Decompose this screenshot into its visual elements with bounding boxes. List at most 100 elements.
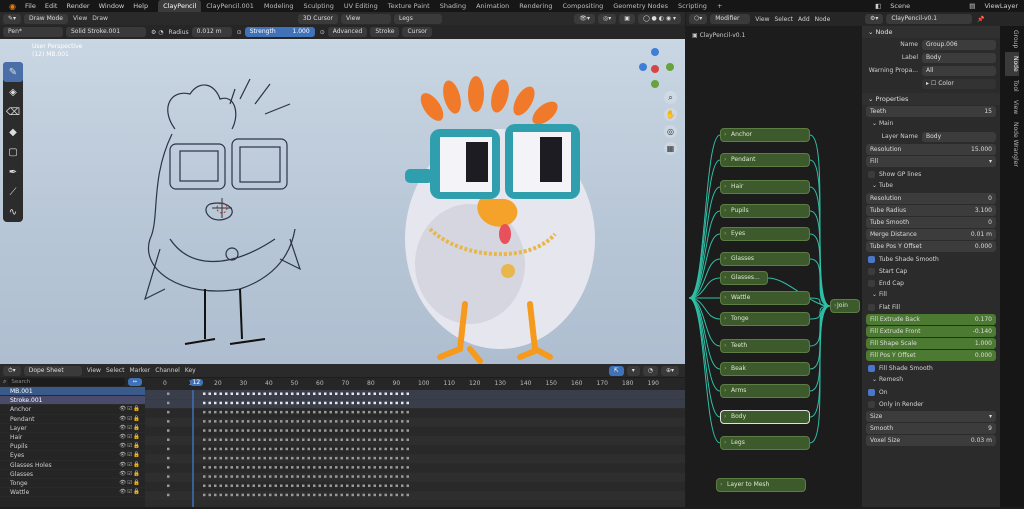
tab-uv-editing[interactable]: UV Editing <box>339 0 383 12</box>
pan-hand-icon[interactable]: ✋ <box>664 108 677 121</box>
group-node-legs[interactable]: Legs <box>720 436 810 450</box>
group-node-tonge[interactable]: Tonge <box>720 312 810 326</box>
tube-subpanel[interactable]: ⌄ Tube <box>862 180 1000 192</box>
remesh-on-checkbox[interactable]: On <box>862 386 1000 398</box>
properties-object-name[interactable]: ClayPencil-v0.1 <box>886 14 973 24</box>
node-editor-type-icon[interactable]: ⬡▾ <box>689 14 708 24</box>
tab-shading[interactable]: Shading <box>435 0 471 12</box>
tab-compositing[interactable]: Compositing <box>557 0 608 12</box>
object-channel[interactable]: MB.001 <box>0 387 145 397</box>
line-icon[interactable]: ⟋ <box>3 182 23 202</box>
dopesheet-menu-select[interactable]: Select <box>106 367 125 374</box>
channel-row[interactable]: Eyes 👁☑🔒 <box>0 451 145 461</box>
group-node-wattle[interactable]: Wattle <box>720 291 810 305</box>
menu-view[interactable]: View <box>73 15 87 22</box>
view-dropdown[interactable]: View <box>340 13 391 24</box>
node-editor-canvas[interactable]: ▣ ClayPencil-v0.1 AnchorPendantHairPupil… <box>686 26 862 507</box>
group-node-hair[interactable]: Hair <box>720 180 810 194</box>
remesh-subpanel[interactable]: ⌄ Remesh <box>862 374 1000 386</box>
tube-shade-checkbox[interactable]: Tube Shade Smooth <box>862 253 1000 265</box>
layer-to-mesh-node[interactable]: Layer to Mesh <box>716 478 806 492</box>
group-node-anchor[interactable]: Anchor <box>720 128 810 142</box>
dopesheet-mode-dropdown[interactable]: Dope Sheet <box>23 365 82 376</box>
tab-scripting[interactable]: Scripting <box>673 0 712 12</box>
channel-row[interactable]: Glasses 👁☑🔒 <box>0 470 145 479</box>
pressure-strength-icon[interactable]: ⊙ <box>320 29 325 36</box>
tab-texture-paint[interactable]: Texture Paint <box>383 0 435 12</box>
merge-distance-field[interactable]: Merge Distance 0.01 m <box>866 229 996 240</box>
layer-dropdown[interactable]: Legs <box>393 13 442 24</box>
tab-node-wrangler[interactable]: Node Wrangler <box>1005 118 1019 171</box>
menu-draw[interactable]: Draw <box>92 15 108 22</box>
camera-icon[interactable]: ◎ <box>664 125 677 138</box>
channel-toggle-icons[interactable]: 👁☑🔒 <box>119 442 141 450</box>
dopesheet-editor-icon[interactable]: ⏱▾ <box>3 365 21 376</box>
tube-resolution-field[interactable]: Resolution 0 <box>866 193 996 204</box>
timeline-ruler[interactable]: 0102030405060708090100110120130140150160… <box>145 378 685 390</box>
shading-icons[interactable]: ◯ ● ◐ ◉ ▾ <box>637 13 681 24</box>
size-dropdown[interactable]: Size ▾ <box>866 411 996 422</box>
channel-row[interactable]: Pupils 👁☑🔒 <box>0 442 145 452</box>
material-dropdown[interactable]: Solid Stroke.001 <box>66 27 146 37</box>
tube-radius-field[interactable]: Tube Radius 3.100 <box>866 205 996 216</box>
menu-window[interactable]: Window <box>99 2 125 10</box>
name-field[interactable]: Group.006 <box>922 39 996 50</box>
cursor-menu-dropdown[interactable]: Cursor <box>402 27 433 37</box>
fill-extrude-front-field[interactable]: Fill Extrude Front -0.140 <box>866 326 996 337</box>
tab-claypencil-001[interactable]: ClayPencil.001 <box>201 0 259 12</box>
eyedropper-icon[interactable]: ✒ <box>3 162 23 182</box>
channel-toggle-icons[interactable]: 👁☑🔒 <box>119 461 141 469</box>
warning-dropdown[interactable]: All <box>922 65 996 76</box>
channel-row[interactable]: Hair 👁☑🔒 <box>0 433 145 443</box>
dopesheet-menu-channel[interactable]: Channel <box>155 367 180 374</box>
advanced-dropdown[interactable]: Advanced <box>327 27 368 37</box>
group-node-eyes[interactable]: Eyes <box>720 227 810 241</box>
filter-icon[interactable]: ▾ <box>626 365 640 376</box>
curve-icon[interactable]: ∿ <box>3 202 23 222</box>
voxel-size-field[interactable]: Voxel Size 0.03 m <box>866 435 996 446</box>
snap-icon[interactable]: ⊕▾ <box>660 365 679 376</box>
properties-editor-icon[interactable]: ⚙▾ <box>865 14 884 24</box>
overlays-icon[interactable]: ◎▾ <box>598 13 617 24</box>
menu-edit[interactable]: Edit <box>45 2 58 10</box>
group-node-body[interactable]: Body <box>720 410 810 424</box>
resolution-field[interactable]: Resolution 15.000 <box>866 144 996 155</box>
3d-viewport[interactable]: User Perspective (12) MB.001 ⌕ ✋ ◎ ▦ <box>0 39 685 364</box>
channel-row[interactable]: Wattle 👁☑🔒 <box>0 488 145 498</box>
tab-geometry-nodes[interactable]: Geometry Nodes <box>608 0 673 12</box>
smooth-field[interactable]: Smooth 9 <box>866 423 996 434</box>
color-toggle[interactable]: ▸ ☐ Color <box>922 78 996 89</box>
cursor-dropdown[interactable]: 3D Cursor <box>297 13 338 24</box>
color-row[interactable]: ▸ ☐ Color <box>862 77 1000 90</box>
channel-row[interactable]: Glasses Holes 👁☑🔒 <box>0 461 145 470</box>
tab-node[interactable]: Node <box>1005 52 1019 76</box>
current-frame-indicator[interactable]: 12 <box>189 379 204 386</box>
group-node-teeth[interactable]: Teeth <box>720 339 810 353</box>
group-node-beak[interactable]: Beak <box>720 362 810 376</box>
stroke-channel[interactable]: Stroke.001 <box>0 396 145 406</box>
brush-dropdown[interactable]: Pen* <box>3 27 63 37</box>
start-cap-checkbox[interactable]: Start Cap <box>862 265 1000 277</box>
node-menu-select[interactable]: Select <box>775 16 794 23</box>
tube-smooth-field[interactable]: Tube Smooth 0 <box>866 217 996 228</box>
only-selected-icon[interactable]: ⇱ <box>608 365 624 376</box>
modifier-dropdown[interactable]: Modifier <box>710 14 751 24</box>
view-layer-name[interactable]: ViewLayer <box>984 2 1018 10</box>
radius-field[interactable]: 0.012 m <box>191 27 232 37</box>
group-node-pendant[interactable]: Pendant <box>720 153 810 167</box>
group-node-pupils[interactable]: Pupils <box>720 204 810 218</box>
tab-view[interactable]: View <box>1005 96 1019 118</box>
fill-shade-checkbox[interactable]: Fill Shade Smooth <box>862 362 1000 374</box>
main-subpanel[interactable]: ⌄ Main <box>862 118 1000 130</box>
cutter-icon[interactable]: ▢ <box>3 142 23 162</box>
pressure-icon[interactable]: ⊙ <box>237 29 242 36</box>
channel-toggle-icons[interactable]: 👁☑🔒 <box>119 479 141 487</box>
channel-toggle-icons[interactable]: 👁☑🔒 <box>119 488 141 496</box>
fill-icon[interactable]: ◈ <box>3 82 23 102</box>
fill-subpanel[interactable]: ⌄ Fill <box>862 289 1000 301</box>
channel-toggle-icons[interactable]: 👁☑🔒 <box>119 405 141 413</box>
channel-row[interactable]: Pendant 👁☑🔒 <box>0 415 145 424</box>
dopesheet-keyframe-area[interactable] <box>145 390 685 507</box>
proportional-icon[interactable]: ◔ <box>642 365 658 376</box>
tab-sculpting[interactable]: Sculpting <box>298 0 338 12</box>
